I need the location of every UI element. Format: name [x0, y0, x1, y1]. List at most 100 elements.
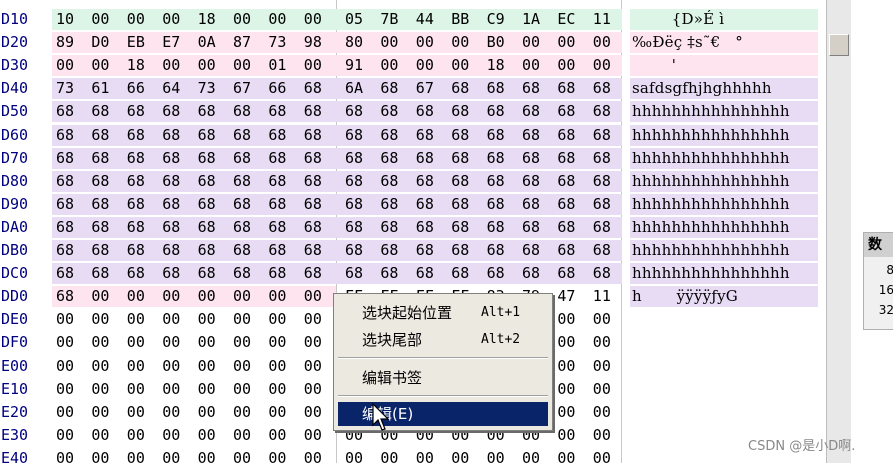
hex-byte[interactable]: 67 [233, 77, 251, 100]
hex-byte[interactable]: 00 [198, 447, 216, 463]
ascii-text[interactable]: ‰Ðëç ‡s˜€ ° [632, 31, 818, 54]
hex-byte[interactable]: 68 [233, 262, 251, 285]
hex-byte[interactable]: 91 [345, 54, 363, 77]
menu-item-block-start[interactable]: 选块起始位置 Alt+1 [338, 301, 548, 325]
hex-byte[interactable]: 68 [91, 193, 109, 216]
hex-byte[interactable]: 68 [91, 170, 109, 193]
hex-byte[interactable]: 68 [522, 147, 540, 170]
hex-byte[interactable]: 68 [522, 77, 540, 100]
hex-byte[interactable]: 00 [56, 447, 74, 463]
hex-byte[interactable]: 68 [304, 147, 322, 170]
hex-byte[interactable]: 68 [304, 239, 322, 262]
hex-byte[interactable]: 00 [304, 401, 322, 424]
hex-byte[interactable]: 68 [487, 239, 505, 262]
hex-byte[interactable]: 64 [162, 77, 180, 100]
hex-byte[interactable]: 68 [557, 147, 575, 170]
hex-byte[interactable]: 11 [593, 285, 611, 308]
hex-byte[interactable]: 00 [127, 401, 145, 424]
ascii-text[interactable]: h ÿÿÿÿƒyG [632, 285, 818, 308]
hex-byte[interactable]: 68 [451, 77, 469, 100]
hex-byte[interactable]: E7 [162, 31, 180, 54]
hex-byte[interactable]: 00 [233, 54, 251, 77]
hex-byte[interactable]: 68 [416, 100, 434, 123]
hex-byte[interactable]: 00 [162, 54, 180, 77]
hex-byte[interactable]: 00 [56, 331, 74, 354]
hex-byte[interactable]: 68 [345, 262, 363, 285]
hex-byte[interactable]: 67 [416, 77, 434, 100]
hex-byte[interactable]: 68 [91, 216, 109, 239]
hex-byte[interactable]: 68 [522, 124, 540, 147]
hex-byte[interactable]: 68 [522, 193, 540, 216]
hex-byte[interactable]: 68 [233, 239, 251, 262]
hex-byte[interactable]: 00 [162, 447, 180, 463]
hex-byte[interactable]: 00 [268, 285, 286, 308]
ascii-text[interactable]: ' [632, 54, 818, 77]
hex-byte[interactable]: 68 [268, 239, 286, 262]
hex-byte[interactable]: B0 [487, 31, 505, 54]
hex-byte[interactable]: 00 [91, 378, 109, 401]
hex-byte[interactable]: 00 [162, 285, 180, 308]
hex-byte[interactable]: 68 [162, 124, 180, 147]
hex-byte[interactable]: 00 [162, 378, 180, 401]
hex-byte[interactable]: 68 [522, 100, 540, 123]
hex-byte[interactable]: 00 [56, 401, 74, 424]
hex-byte[interactable]: 00 [268, 355, 286, 378]
hex-byte[interactable]: 68 [56, 193, 74, 216]
hex-byte[interactable]: 6A [345, 77, 363, 100]
hex-byte[interactable]: 68 [162, 100, 180, 123]
hex-byte[interactable]: 00 [198, 54, 216, 77]
hex-byte[interactable]: 68 [451, 124, 469, 147]
hex-byte[interactable]: 68 [487, 100, 505, 123]
hex-byte[interactable]: 68 [487, 124, 505, 147]
hex-byte[interactable]: 00 [451, 54, 469, 77]
menu-item-block-end[interactable]: 选块尾部 Alt+2 [338, 328, 548, 352]
hex-byte[interactable]: 68 [198, 193, 216, 216]
hex-byte[interactable]: 68 [380, 124, 398, 147]
hex-byte[interactable]: 00 [593, 355, 611, 378]
hex-byte[interactable]: 68 [451, 193, 469, 216]
hex-byte[interactable]: 00 [416, 447, 434, 463]
hex-byte[interactable]: 00 [416, 54, 434, 77]
hex-byte[interactable]: 00 [56, 424, 74, 447]
hex-byte[interactable]: 68 [380, 170, 398, 193]
hex-byte[interactable]: 68 [593, 170, 611, 193]
hex-byte[interactable]: 87 [233, 31, 251, 54]
hex-byte[interactable]: 00 [162, 424, 180, 447]
hex-byte[interactable]: 68 [198, 216, 216, 239]
hex-byte[interactable]: 00 [380, 54, 398, 77]
hex-byte[interactable]: 00 [233, 8, 251, 31]
ascii-text[interactable]: hhhhhhhhhhhhhhhh [632, 216, 818, 239]
hex-byte[interactable]: 68 [557, 193, 575, 216]
hex-byte[interactable]: 00 [56, 54, 74, 77]
hex-byte[interactable]: 68 [56, 262, 74, 285]
hex-byte[interactable]: 47 [557, 285, 575, 308]
hex-byte[interactable]: 68 [593, 100, 611, 123]
hex-byte[interactable]: 68 [345, 239, 363, 262]
hex-byte[interactable]: 00 [127, 308, 145, 331]
hex-byte[interactable]: 00 [593, 447, 611, 463]
hex-byte[interactable]: 68 [127, 147, 145, 170]
hex-byte[interactable]: 18 [127, 54, 145, 77]
hex-byte[interactable]: 00 [198, 285, 216, 308]
hex-byte[interactable]: 98 [304, 31, 322, 54]
hex-byte[interactable]: 68 [345, 100, 363, 123]
hex-byte[interactable]: 18 [487, 54, 505, 77]
hex-byte[interactable]: 00 [304, 8, 322, 31]
hex-byte[interactable]: 01 [268, 54, 286, 77]
hex-byte[interactable]: 68 [304, 262, 322, 285]
hex-byte[interactable]: 68 [593, 147, 611, 170]
hex-byte[interactable]: 18 [198, 8, 216, 31]
hex-byte[interactable]: 73 [268, 31, 286, 54]
hex-byte[interactable]: 68 [416, 262, 434, 285]
hex-byte[interactable]: 00 [380, 31, 398, 54]
ascii-text[interactable]: hhhhhhhhhhhhhhhh [632, 100, 818, 123]
hex-byte[interactable]: C9 [487, 8, 505, 31]
hex-byte[interactable]: 68 [56, 124, 74, 147]
hex-byte[interactable]: 00 [304, 331, 322, 354]
hex-byte[interactable]: 00 [451, 447, 469, 463]
hex-byte[interactable]: 68 [304, 100, 322, 123]
hex-byte[interactable]: 68 [522, 170, 540, 193]
hex-byte[interactable]: 00 [198, 308, 216, 331]
hex-byte[interactable]: 68 [198, 170, 216, 193]
hex-byte[interactable]: 00 [268, 401, 286, 424]
